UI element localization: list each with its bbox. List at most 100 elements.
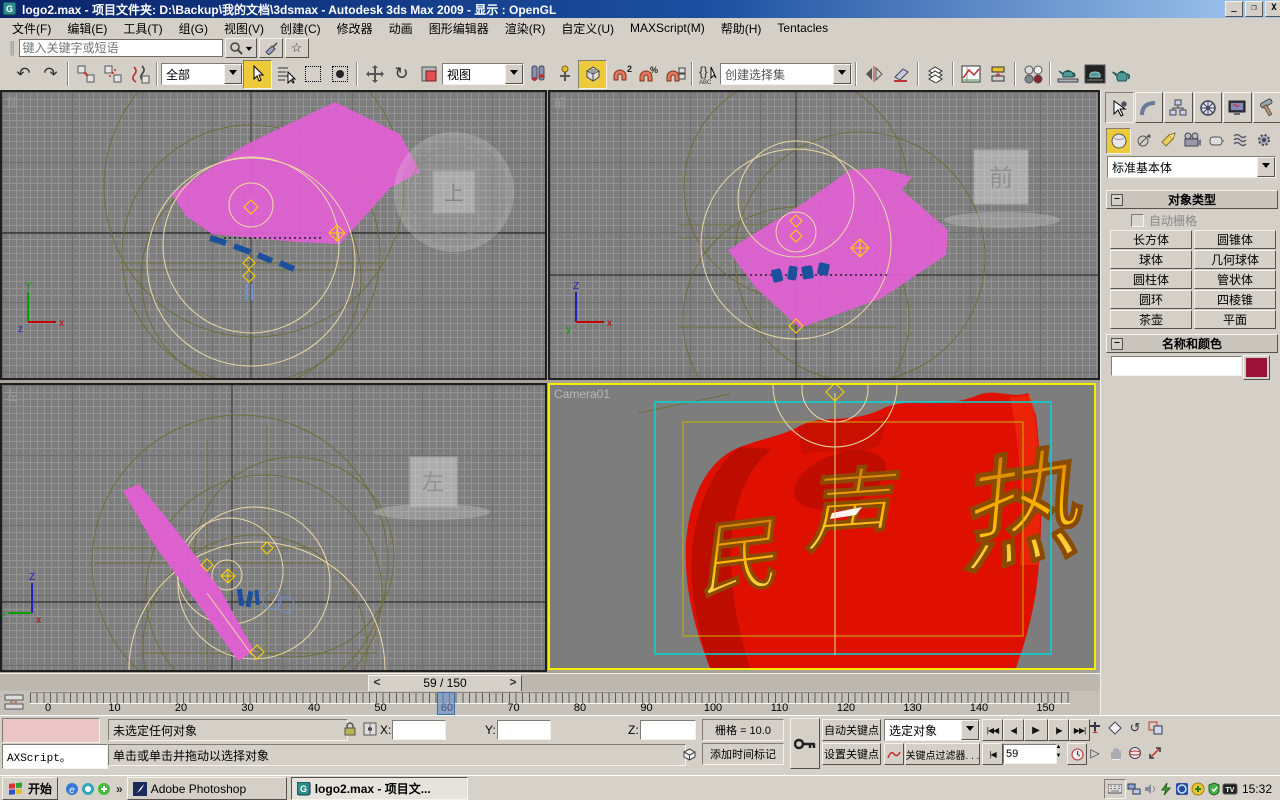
- named-selection-set-dropdown[interactable]: 创建选择集: [720, 63, 852, 85]
- select-link-button[interactable]: [72, 61, 99, 88]
- menu-item-3[interactable]: 组(G): [171, 18, 216, 39]
- maximize-viewport-toggle[interactable]: [1146, 744, 1164, 762]
- viewport-top[interactable]: 顶: [0, 90, 547, 380]
- object-button-9[interactable]: 平面: [1194, 310, 1276, 329]
- category-shapes[interactable]: [1132, 128, 1155, 152]
- viewport-left[interactable]: 左: [0, 383, 547, 672]
- close-button[interactable]: X: [1265, 1, 1280, 17]
- tab-utilities[interactable]: [1253, 92, 1280, 123]
- menu-item-7[interactable]: 动画: [381, 18, 421, 39]
- go-to-start-button[interactable]: |◀◀: [982, 719, 1003, 741]
- menu-item-2[interactable]: 工具(T): [115, 18, 170, 39]
- quicklaunch-chevron[interactable]: »: [116, 782, 123, 796]
- object-name-field[interactable]: [1111, 356, 1242, 376]
- tray-360-icon[interactable]: [1190, 781, 1206, 797]
- time-slider-track[interactable]: < 59 / 150 >: [0, 673, 1100, 692]
- pan-button[interactable]: [1106, 744, 1124, 762]
- menu-item-6[interactable]: 修改器: [329, 18, 381, 39]
- search-input[interactable]: [19, 39, 223, 57]
- curve-editor-button[interactable]: [957, 61, 984, 88]
- frame-spinner[interactable]: ▲▼: [1053, 743, 1064, 763]
- menu-item-9[interactable]: 渲染(R): [497, 18, 554, 39]
- material-editor-button[interactable]: [1019, 61, 1046, 88]
- object-button-1[interactable]: 圆锥体: [1194, 230, 1276, 249]
- layer-manager-button[interactable]: [922, 61, 949, 88]
- use-center-button[interactable]: [524, 61, 551, 88]
- angle-snap-button[interactable]: 2: [607, 61, 634, 88]
- unlink-button[interactable]: [99, 61, 126, 88]
- key-mode-toggle-button[interactable]: |◀: [982, 743, 1003, 765]
- object-button-4[interactable]: 圆柱体: [1110, 270, 1192, 289]
- named-selection-sets-button[interactable]: {} ABC: [696, 61, 720, 88]
- task-photoshop[interactable]: Adobe Photoshop: [127, 777, 287, 800]
- start-button[interactable]: 开始: [2, 777, 58, 800]
- track-bar[interactable]: 0102030405060708090100110120130140150: [0, 691, 1100, 715]
- select-object-button[interactable]: [243, 60, 272, 89]
- tray-thunder-icon[interactable]: [1158, 781, 1174, 797]
- tray-shield-icon[interactable]: [1206, 781, 1222, 797]
- tab-display[interactable]: [1223, 92, 1252, 123]
- align-button[interactable]: [887, 61, 914, 88]
- minimize-button[interactable]: _: [1225, 1, 1243, 17]
- object-button-7[interactable]: 四棱锥: [1194, 290, 1276, 309]
- schematic-view-button[interactable]: [984, 61, 1011, 88]
- selection-filter-dropdown[interactable]: 全部: [161, 63, 243, 85]
- tab-create[interactable]: [1105, 92, 1134, 123]
- search-button[interactable]: [225, 38, 257, 58]
- zoom-extents-all-button[interactable]: [1146, 719, 1164, 737]
- time-step-forward-button[interactable]: >: [505, 676, 521, 691]
- current-frame-field[interactable]: [1003, 744, 1057, 764]
- zoom-all-button[interactable]: ↺: [1126, 719, 1144, 737]
- viewcube[interactable]: 左: [374, 457, 490, 520]
- current-frame-marker[interactable]: [437, 692, 455, 715]
- open-minitrack-icon[interactable]: [4, 693, 26, 711]
- tab-motion[interactable]: [1194, 92, 1223, 123]
- category-lights[interactable]: [1156, 128, 1179, 152]
- object-button-2[interactable]: 球体: [1110, 250, 1192, 269]
- tray-browser-icon[interactable]: [1174, 781, 1190, 797]
- menu-item-11[interactable]: MAXScript(M): [622, 19, 713, 37]
- scale-button[interactable]: [415, 61, 442, 88]
- favorites-button[interactable]: ☆: [285, 38, 309, 58]
- macro-recorder-pane[interactable]: [2, 718, 100, 743]
- time-step-back-button[interactable]: <: [369, 676, 385, 691]
- quicklaunch-messenger-icon[interactable]: [80, 781, 96, 797]
- default-tangent-button[interactable]: [884, 743, 904, 765]
- object-color-swatch[interactable]: [1243, 355, 1270, 380]
- window-crossing-button[interactable]: [326, 61, 353, 88]
- next-frame-button[interactable]: |▶: [1048, 719, 1069, 741]
- undo-button[interactable]: ↶: [10, 61, 37, 88]
- object-button-6[interactable]: 圆环: [1110, 290, 1192, 309]
- key-mode-dropdown[interactable]: 选定对象: [884, 719, 980, 741]
- x-coordinate-field[interactable]: [392, 720, 446, 740]
- tray-keyboard-icon[interactable]: [1104, 779, 1126, 799]
- object-button-5[interactable]: 管状体: [1194, 270, 1276, 289]
- quicklaunch-360-icon[interactable]: [96, 781, 112, 797]
- previous-frame-button[interactable]: ◀|: [1003, 719, 1024, 741]
- name-color-rollout[interactable]: – 名称和颜色: [1106, 334, 1278, 353]
- percent-snap-button[interactable]: %: [634, 61, 661, 88]
- y-coordinate-field[interactable]: [497, 720, 551, 740]
- object-button-8[interactable]: 茶壶: [1110, 310, 1192, 329]
- viewport-front[interactable]: 前: [548, 90, 1100, 380]
- menu-item-13[interactable]: Tentacles: [769, 19, 836, 37]
- selection-lock-button[interactable]: [342, 720, 358, 738]
- time-tag-button[interactable]: 添加时间标记: [702, 743, 784, 765]
- auto-key-button[interactable]: 自动关键点: [822, 719, 881, 741]
- spinner-snap-button[interactable]: [661, 61, 688, 88]
- category-systems[interactable]: [1252, 128, 1275, 152]
- restore-button[interactable]: ❐: [1245, 1, 1263, 17]
- snaps-toggle-button[interactable]: [578, 60, 607, 89]
- field-of-view-button[interactable]: ▷: [1086, 744, 1104, 762]
- task-3dsmax[interactable]: G logo2.max - 项目文...: [291, 777, 468, 800]
- menu-item-8[interactable]: 图形编辑器: [421, 18, 497, 39]
- render-setup-button[interactable]: [1054, 61, 1081, 88]
- tray-tv-icon[interactable]: TV: [1222, 781, 1238, 797]
- menu-item-0[interactable]: 文件(F): [4, 18, 59, 39]
- viewcube[interactable]: 上: [397, 135, 511, 249]
- redo-button[interactable]: ↷: [37, 61, 64, 88]
- mirror-button[interactable]: [860, 61, 887, 88]
- bind-spacewarp-button[interactable]: [126, 61, 153, 88]
- tab-modify[interactable]: [1135, 92, 1164, 123]
- set-key-button[interactable]: 设置关键点: [822, 743, 881, 765]
